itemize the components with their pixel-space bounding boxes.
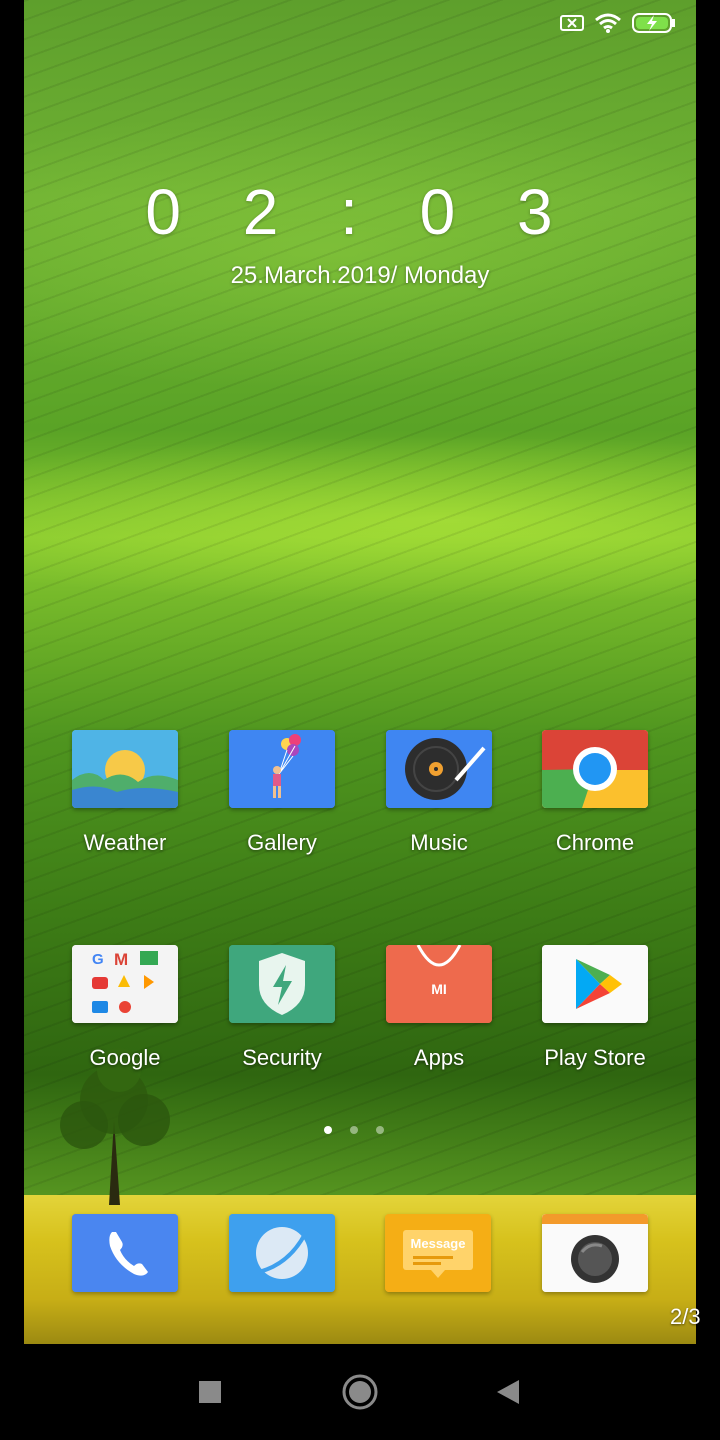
app-mi-apps[interactable]: MI Apps	[369, 945, 509, 1071]
dock-message[interactable]: Message	[385, 1214, 491, 1292]
back-icon	[497, 1380, 519, 1404]
google-folder-icon: G M	[72, 945, 178, 1023]
play-store-icon	[542, 945, 648, 1023]
svg-text:M: M	[114, 950, 128, 969]
mi-apps-icon: MI	[386, 945, 492, 1023]
chrome-icon	[542, 730, 648, 808]
browser-icon	[229, 1214, 335, 1292]
back-button[interactable]	[478, 1344, 538, 1440]
app-label: Apps	[413, 1045, 465, 1070]
page-dot-3[interactable]	[376, 1126, 384, 1134]
weather-icon	[72, 730, 178, 808]
wifi-icon	[595, 13, 621, 33]
app-security[interactable]: Security	[212, 945, 352, 1071]
app-label: Music	[410, 830, 468, 855]
camera-icon	[542, 1214, 648, 1292]
clock-date[interactable]: 25.March.2019/ Monday	[24, 262, 696, 290]
app-label: Security	[242, 1045, 322, 1070]
message-icon-text: Message	[410, 1236, 466, 1251]
app-label: Play Store	[544, 1045, 646, 1070]
app-label: Chrome	[555, 830, 635, 855]
page-dot-1[interactable]	[324, 1126, 332, 1134]
app-label: Gallery	[247, 830, 317, 855]
battery-charging-icon	[632, 13, 675, 33]
security-icon	[229, 945, 335, 1023]
navigation-bar	[0, 1344, 720, 1440]
page-dot-2[interactable]	[350, 1126, 358, 1134]
home-button[interactable]	[330, 1344, 390, 1440]
home-icon	[342, 1374, 378, 1410]
dock-phone[interactable]	[72, 1214, 178, 1292]
app-weather[interactable]: Weather	[55, 730, 195, 856]
sim-off-icon	[560, 15, 584, 31]
app-gallery[interactable]: Gallery	[212, 730, 352, 856]
music-icon	[386, 730, 492, 808]
svg-text:G: G	[92, 951, 104, 968]
home-screen: 0 2 : 0 3 25.March.2019/ Monday Weather	[24, 0, 696, 1344]
clock-time[interactable]: 0 2 : 0 3	[24, 175, 696, 249]
app-music[interactable]: Music	[369, 730, 509, 856]
app-label: Google	[89, 1045, 161, 1070]
app-play-store[interactable]: Play Store	[525, 945, 665, 1071]
recent-apps-button[interactable]	[180, 1344, 240, 1440]
page-indicator[interactable]	[324, 1126, 384, 1134]
gallery-icon	[229, 730, 335, 808]
page-number-label: 2/3	[670, 1304, 701, 1329]
phone-icon	[72, 1214, 178, 1292]
svg-text:MI: MI	[431, 981, 447, 997]
app-label: Weather	[83, 830, 167, 855]
recent-apps-icon	[199, 1381, 221, 1403]
dock-browser[interactable]	[229, 1214, 335, 1292]
status-bar	[560, 12, 676, 34]
message-icon	[385, 1214, 491, 1292]
app-chrome[interactable]: Chrome	[525, 730, 665, 856]
app-google-folder[interactable]: G M Google	[55, 945, 195, 1071]
dock-camera[interactable]	[542, 1214, 648, 1292]
